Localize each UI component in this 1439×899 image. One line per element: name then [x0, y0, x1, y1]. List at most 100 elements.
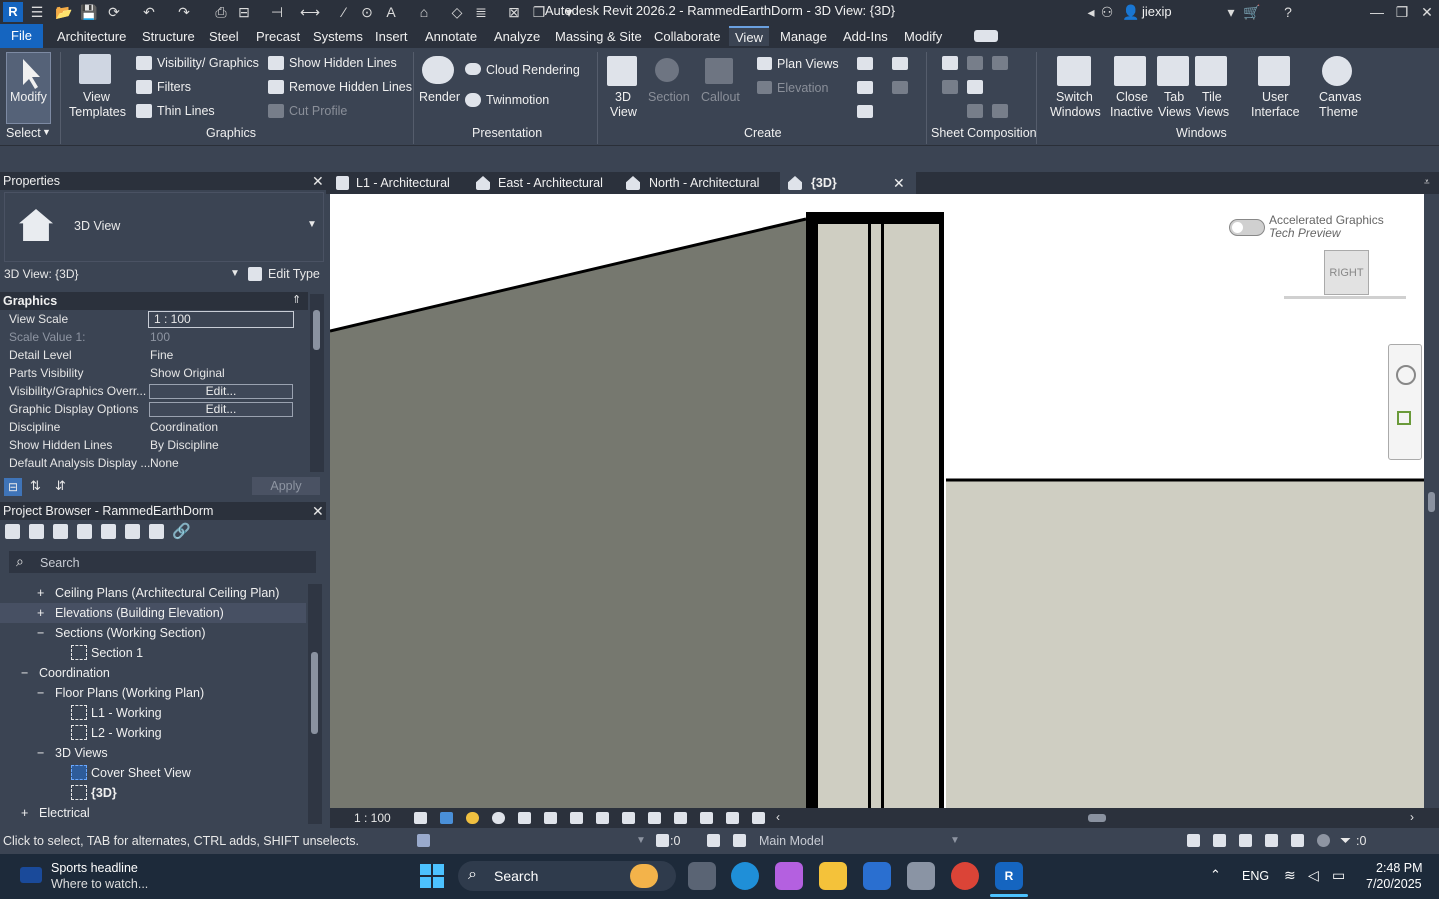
view-scale-field[interactable]: 1 : 100	[148, 311, 294, 328]
tab-insert[interactable]: Insert	[369, 27, 414, 47]
3d-view-label-2[interactable]: View	[610, 105, 637, 119]
scroll-left-icon[interactable]: ‹	[776, 810, 780, 824]
canvas-theme-label-2[interactable]: Theme	[1319, 105, 1358, 119]
show-hidden-lines-button[interactable]: Show Hidden Lines	[289, 56, 397, 70]
view-tab-east[interactable]: East - Architectural	[498, 172, 603, 194]
dimension-icon[interactable]: ⟷	[300, 3, 320, 21]
help-icon[interactable]: ?	[1279, 3, 1297, 21]
scale-selector[interactable]: 1 : 100	[354, 811, 391, 825]
news-icon[interactable]	[20, 867, 42, 883]
close-icon[interactable]: ✕	[893, 172, 905, 194]
line-icon[interactable]: ⁄	[335, 3, 353, 21]
chevron-up-icon[interactable]: ⌃	[1210, 867, 1221, 883]
tile-views-label-2[interactable]: Views	[1196, 105, 1229, 119]
tree-item-sections[interactable]: Sections (Working Section)	[55, 626, 206, 640]
volume-icon[interactable]: ◁	[1308, 867, 1319, 884]
news-subline[interactable]: Where to watch...	[51, 877, 148, 891]
chevron-down-icon[interactable]: ⩡	[1424, 172, 1430, 194]
clock-date[interactable]: 7/20/2025	[1366, 877, 1422, 891]
app-icon[interactable]	[907, 862, 935, 890]
select-underlay-icon[interactable]	[1213, 834, 1226, 847]
background-process-icon[interactable]	[1317, 834, 1330, 847]
user-interface-label-2[interactable]: Interface	[1251, 105, 1300, 119]
matchline-icon[interactable]	[967, 104, 983, 118]
tree-item-ceiling-plans[interactable]: Ceiling Plans (Architectural Ceiling Pla…	[55, 586, 279, 600]
viewcube-compass-ring[interactable]	[1284, 296, 1406, 299]
tree-item-section-1[interactable]: Section 1	[91, 646, 143, 660]
zoom-icon[interactable]	[1397, 411, 1411, 425]
design-options-icon[interactable]	[707, 834, 720, 847]
cut-profile-button[interactable]: Cut Profile	[289, 104, 347, 118]
revit-link-icon[interactable]	[149, 524, 164, 539]
group-icon[interactable]	[125, 524, 140, 539]
menu-icon[interactable]: ☰	[28, 3, 46, 21]
view-tab-l1[interactable]: L1 - Architectural	[356, 172, 450, 194]
parts-visibility-field[interactable]: Show Original	[150, 364, 225, 382]
viewcube[interactable]: RIGHT	[1324, 250, 1369, 295]
thin-lines-button[interactable]: Thin Lines	[157, 104, 215, 118]
reveal-hidden-icon[interactable]	[648, 812, 661, 824]
tab-manage[interactable]: Manage	[774, 27, 833, 47]
align-icon[interactable]: ⊣	[268, 3, 286, 21]
horizontal-scroll-thumb[interactable]	[1088, 814, 1106, 822]
hide-isolate-icon[interactable]	[622, 812, 635, 824]
close-icon[interactable]: ✕	[312, 173, 324, 190]
view-tab-3d[interactable]: {3D}	[811, 172, 837, 194]
graphics-section-header[interactable]: Graphics	[0, 292, 308, 310]
link-icon[interactable]: 🔗	[172, 522, 191, 540]
temp-properties-icon[interactable]	[674, 812, 687, 824]
section-icon[interactable]: ◇	[448, 3, 466, 21]
render-button[interactable]: Render	[419, 90, 460, 104]
select-dropdown[interactable]: Select	[6, 126, 41, 140]
windows-start-icon[interactable]	[420, 864, 444, 888]
zoom-fit-icon[interactable]	[29, 524, 44, 539]
detail-level-field[interactable]: Fine	[150, 346, 173, 364]
minimize-icon[interactable]: —	[1368, 3, 1386, 21]
tab-structure[interactable]: Structure	[136, 27, 201, 47]
schedules-icon[interactable]	[892, 57, 908, 70]
tree-item-cover-sheet-view[interactable]: Cover Sheet View	[91, 766, 191, 780]
tab-file[interactable]: File	[0, 24, 43, 48]
canvas-theme-icon[interactable]	[1322, 56, 1352, 86]
design-option-selector[interactable]: Main Model	[759, 834, 824, 848]
news-headline[interactable]: Sports headline	[51, 861, 138, 875]
print-icon[interactable]: ⎙	[212, 3, 230, 21]
tree-item-floor-plans[interactable]: Floor Plans (Working Plan)	[55, 686, 204, 700]
family-icon[interactable]	[101, 524, 116, 539]
save-icon[interactable]: 💾	[80, 3, 98, 21]
drag-elements-icon[interactable]	[1291, 834, 1304, 847]
tree-item-electrical[interactable]: Electrical	[39, 806, 90, 820]
restore-icon[interactable]: ❐	[1393, 3, 1411, 21]
graphic-display-edit-button[interactable]: Edit...	[149, 402, 293, 417]
legends-icon[interactable]	[857, 105, 873, 118]
measure-icon[interactable]: ⊟	[235, 3, 253, 21]
edit-type-button[interactable]: Edit Type	[268, 267, 320, 281]
battery-icon[interactable]: ▭	[1332, 867, 1345, 884]
cloud-rendering-button[interactable]: Cloud Rendering	[486, 63, 580, 77]
tab-modify[interactable]: Modify	[898, 27, 948, 47]
scope-box-icon[interactable]	[892, 81, 908, 94]
properties-scrollbar[interactable]	[310, 294, 324, 472]
tree-item-l1-working[interactable]: L1 - Working	[91, 706, 162, 720]
language-indicator[interactable]: ENG	[1242, 869, 1269, 883]
sort-az-icon[interactable]: ⇅	[30, 478, 41, 494]
detail-level-icon[interactable]	[414, 812, 427, 824]
close-icon[interactable]: ✕	[312, 503, 324, 520]
sheet-list-icon[interactable]	[53, 524, 68, 539]
elevation-button[interactable]: Elevation	[777, 81, 828, 95]
user-name[interactable]: jiexip	[1142, 4, 1172, 19]
store-icon[interactable]	[863, 862, 891, 890]
taskbar-search[interactable]: ⌕ Search	[458, 861, 676, 891]
guide-grid-icon[interactable]	[967, 80, 983, 94]
close-icon[interactable]: ✕	[1418, 3, 1436, 21]
accelerated-graphics-toggle[interactable]	[1229, 219, 1265, 236]
twinmotion-button[interactable]: Twinmotion	[486, 93, 549, 107]
copilot-icon[interactable]	[775, 862, 803, 890]
analysis-display-field[interactable]: None	[150, 454, 179, 472]
3d-view-canvas[interactable]: Accelerated Graphics Tech Preview RIGHT	[330, 194, 1424, 808]
select-by-face-icon[interactable]	[1265, 834, 1278, 847]
view-templates-label-2[interactable]: Templates	[69, 105, 126, 119]
option-set-icon[interactable]	[733, 834, 746, 847]
tab-add-ins[interactable]: Add-Ins	[837, 27, 894, 47]
duplicate-view-icon[interactable]	[857, 81, 873, 94]
